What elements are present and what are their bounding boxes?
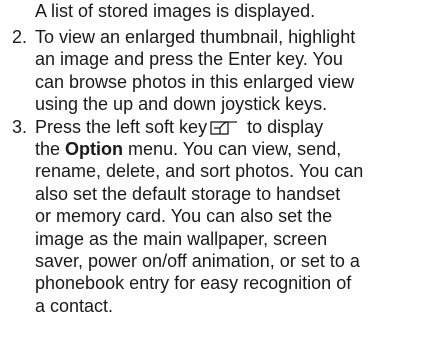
step-text-line: using the up and down joystick keys. xyxy=(35,94,328,115)
steps-list: 2. To view an enlarged thumbnail, highli… xyxy=(0,26,433,317)
left-soft-key-icon xyxy=(210,120,240,136)
step-body: To view an enlarged thumbnail, highlight… xyxy=(35,26,431,116)
step-text-line: To view an enlarged thumbnail, highlight xyxy=(35,27,356,47)
step-text-line: the Option menu. You can view, send, xyxy=(35,138,431,160)
step-body: Press the left soft key to display the O… xyxy=(35,116,431,318)
step-text-line: Press the left soft key to display xyxy=(35,116,431,138)
step-number: 3. xyxy=(12,116,28,137)
step-text-line: a contact. xyxy=(35,295,114,316)
option-menu-label: Option xyxy=(65,139,124,160)
intro-text: A list of stored images is displayed. xyxy=(35,1,316,21)
text-segment: to display xyxy=(247,116,324,137)
step-3: 3. Press the left soft key to display th… xyxy=(0,116,433,318)
step-text-line: also set the default storage to handset xyxy=(35,183,341,204)
step-number: 2. xyxy=(12,27,28,47)
step-text-line: rename, delete, and sort photos. You can xyxy=(35,161,364,182)
step-text-line: can browse photos in this enlarged view xyxy=(35,71,355,92)
step-text-line: saver, power on/off animation, or set to… xyxy=(35,251,360,272)
manual-page: A list of stored images is displayed. 2.… xyxy=(0,0,433,360)
step-2: 2. To view an enlarged thumbnail, highli… xyxy=(0,26,433,116)
step-text-line: phonebook entry for easy recognition of xyxy=(35,273,352,294)
text-segment: the xyxy=(35,139,61,160)
step-text-line: image as the main wallpaper, screen xyxy=(35,228,328,249)
text-segment: Press the left soft key xyxy=(35,116,208,137)
step-text-line: an image and press the Enter key. You xyxy=(35,49,343,70)
step-text-line: or memory card. You can also set the xyxy=(35,206,333,227)
text-segment: menu. You can view, send, xyxy=(128,139,342,160)
